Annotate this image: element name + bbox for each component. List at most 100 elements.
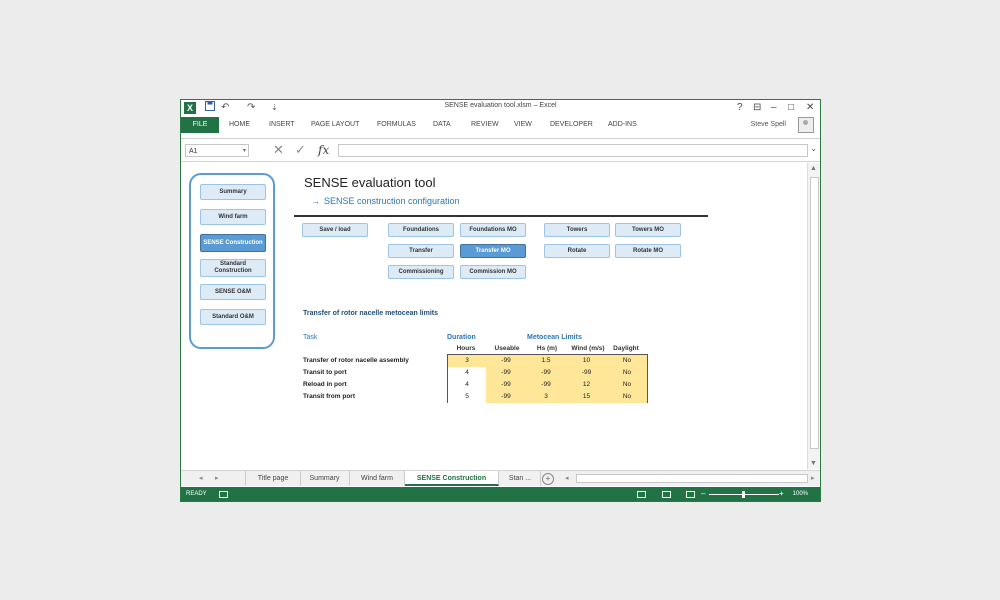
cancel-entry-icon[interactable]: ✕ — [273, 142, 284, 158]
towers-mo-button[interactable]: Towers MO — [615, 223, 681, 237]
hscroll-right-icon[interactable]: ▸ — [811, 471, 815, 486]
cell-useable[interactable]: -99 — [486, 355, 526, 367]
status-bar: READY – + 100% — [181, 487, 820, 501]
cell-wind[interactable]: 12 — [566, 379, 607, 391]
formula-input[interactable] — [338, 144, 808, 157]
sheet-tab-summary[interactable]: Summary — [300, 471, 350, 486]
col-hs: Hs (m) — [536, 345, 558, 352]
scroll-thumb[interactable] — [810, 177, 819, 449]
tab-formulas[interactable]: FORMULAS — [377, 117, 416, 133]
transfer-mo-button[interactable]: Transfer MO — [460, 244, 526, 258]
cell-hours[interactable]: 3 — [448, 355, 486, 367]
tab-insert[interactable]: INSERT — [269, 117, 295, 133]
tab-data[interactable]: DATA — [433, 117, 451, 133]
col-hours: Hours — [456, 345, 476, 352]
cell-wind[interactable]: -99 — [566, 367, 607, 379]
cell-daylight[interactable]: No — [607, 379, 647, 391]
task-header: Task — [303, 334, 318, 341]
minimize-button[interactable]: – — [771, 101, 777, 115]
close-button[interactable]: ✕ — [806, 101, 814, 115]
transfer-button[interactable]: Transfer — [388, 244, 454, 258]
col-wind: Wind (m/s) — [571, 345, 605, 352]
normal-view-icon[interactable] — [637, 491, 646, 498]
tab-home[interactable]: HOME — [229, 117, 250, 133]
nav-summary-button[interactable]: Summary — [200, 184, 266, 200]
next-sheet-icon[interactable]: ▸ — [215, 471, 219, 486]
task-name: Transit to port — [303, 369, 347, 376]
formula-bar-divider — [181, 161, 820, 162]
hscroll-left-icon[interactable]: ◂ — [565, 471, 569, 486]
macro-record-icon[interactable] — [219, 491, 228, 498]
rotate-button[interactable]: Rotate — [544, 244, 610, 258]
maximize-button[interactable]: □ — [788, 101, 794, 115]
tab-add-ins[interactable]: ADD-INS — [608, 117, 637, 133]
zoom-slider-handle[interactable] — [742, 491, 745, 498]
add-sheet-button[interactable]: + — [542, 473, 554, 485]
nav-standard-om-button[interactable]: Standard O&M — [200, 309, 266, 325]
zoom-out-button[interactable]: – — [701, 487, 705, 501]
tab-developer[interactable]: DEVELOPER — [550, 117, 593, 133]
ribbon-display-button[interactable]: ⊟ — [753, 101, 761, 115]
sheet-tab-title-page[interactable]: Title page — [245, 471, 301, 486]
page-break-view-icon[interactable] — [686, 491, 695, 498]
cell-wind[interactable]: 15 — [566, 391, 607, 403]
zoom-in-button[interactable]: + — [779, 487, 784, 501]
cell-hs[interactable]: 1.5 — [526, 355, 566, 367]
cell-daylight[interactable]: No — [607, 367, 647, 379]
worksheet[interactable]: Summary Wind farm SENSE Construction Sta… — [181, 163, 805, 469]
expand-formula-bar-icon[interactable]: ⌄ — [810, 144, 817, 153]
nav-sense-om-button[interactable]: SENSE O&M — [200, 284, 266, 300]
user-name[interactable]: Steve Spell — [751, 117, 786, 133]
vertical-scrollbar[interactable]: ▲ ▼ — [807, 163, 820, 469]
sheet-tab-sense-construction[interactable]: SENSE Construction — [405, 471, 499, 486]
foundations-button[interactable]: Foundations — [388, 223, 454, 237]
sheet-tabs-bar: ◂ ▸ Title page Summary Wind farm SENSE C… — [181, 470, 820, 486]
scroll-down-icon[interactable]: ▼ — [810, 460, 817, 467]
scroll-up-icon[interactable]: ▲ — [810, 165, 817, 172]
cell-useable[interactable]: -99 — [486, 391, 526, 403]
tab-view[interactable]: VIEW — [514, 117, 532, 133]
cell-hours[interactable]: 5 — [448, 391, 486, 403]
cell-hs[interactable]: 3 — [526, 391, 566, 403]
window-title: SENSE evaluation tool.xlsm – Excel — [444, 102, 557, 109]
save-load-button[interactable]: Save / load — [302, 223, 368, 237]
ribbon-tabs: FILE HOME INSERT PAGE LAYOUT FORMULAS DA… — [181, 117, 820, 133]
tab-file[interactable]: FILE — [181, 117, 219, 133]
sheet-tab-wind-farm[interactable]: Wind farm — [350, 471, 405, 486]
rotate-mo-button[interactable]: Rotate MO — [615, 244, 681, 258]
tab-page-layout[interactable]: PAGE LAYOUT — [311, 117, 359, 133]
nav-sense-construction-button[interactable]: SENSE Construction — [200, 234, 266, 252]
page-layout-view-icon[interactable] — [662, 491, 671, 498]
commission-mo-button[interactable]: Commission MO — [460, 265, 526, 279]
foundations-mo-button[interactable]: Foundations MO — [460, 223, 526, 237]
sheet-tab-standard[interactable]: Stan ... — [500, 471, 541, 486]
avatar[interactable] — [798, 117, 814, 133]
cell-daylight[interactable]: No — [607, 391, 647, 403]
name-box-value: A1 — [189, 148, 198, 155]
towers-button[interactable]: Towers — [544, 223, 610, 237]
cell-hs[interactable]: -99 — [526, 379, 566, 391]
commissioning-button[interactable]: Commissioning — [388, 265, 454, 279]
insert-function-icon[interactable]: fx — [318, 142, 329, 158]
zoom-level[interactable]: 100% — [793, 487, 808, 501]
cell-wind[interactable]: 10 — [566, 355, 607, 367]
horizontal-scrollbar[interactable] — [576, 474, 808, 483]
help-button[interactable]: ? — [737, 101, 743, 115]
name-box[interactable]: A1 ▾ — [185, 144, 249, 157]
tab-review[interactable]: REVIEW — [471, 117, 499, 133]
cell-daylight[interactable]: No — [607, 355, 647, 367]
task-name: Reload in port — [303, 381, 347, 388]
cell-hours[interactable]: 4 — [448, 379, 486, 391]
confirm-entry-icon[interactable]: ✓ — [295, 142, 306, 158]
cell-useable[interactable]: -99 — [486, 379, 526, 391]
prev-sheet-icon[interactable]: ◂ — [199, 471, 203, 486]
title-bar: X ↶ ↷ ⇣ SENSE evaluation tool.xlsm – Exc… — [181, 100, 820, 116]
nav-wind-farm-button[interactable]: Wind farm — [200, 209, 266, 225]
cell-hours[interactable]: 4 — [448, 367, 486, 379]
navigation-panel: Summary Wind farm SENSE Construction Sta… — [189, 173, 275, 349]
task-name: Transit from port — [303, 393, 356, 400]
nav-standard-construction-button[interactable]: Standard Construction — [200, 259, 266, 277]
cell-useable[interactable]: -99 — [486, 367, 526, 379]
chevron-down-icon[interactable]: ▾ — [243, 145, 246, 158]
cell-hs[interactable]: -99 — [526, 367, 566, 379]
